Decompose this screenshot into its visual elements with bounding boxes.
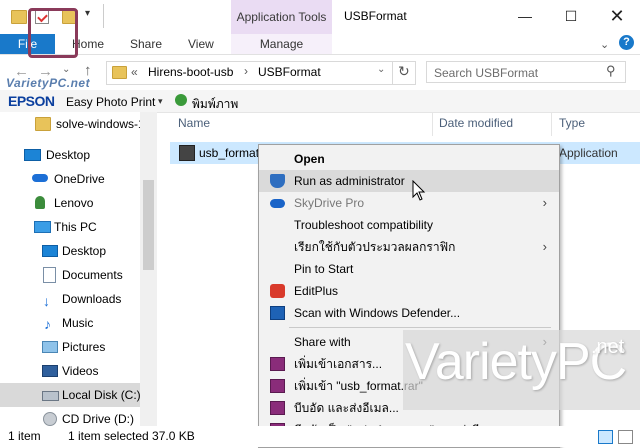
document-icon <box>43 267 56 283</box>
minimize-icon[interactable]: — <box>502 2 548 30</box>
menu-item-editplus[interactable]: EditPlus <box>259 280 559 302</box>
column-divider[interactable] <box>432 112 433 136</box>
winrar-icon <box>270 379 285 393</box>
column-date-modified[interactable]: Date modified <box>439 116 513 132</box>
nav-scrollbar-thumb[interactable] <box>143 180 154 270</box>
menu-item-skydrive-pro[interactable]: SkyDrive Pro › <box>259 192 559 214</box>
tab-share[interactable]: Share <box>130 34 162 54</box>
nav-item-pictures[interactable]: Pictures <box>0 335 140 359</box>
menu-item-scan-defender[interactable]: Scan with Windows Defender... <box>259 302 559 324</box>
menu-item-troubleshoot[interactable]: Troubleshoot compatibility <box>259 214 559 236</box>
close-icon[interactable]: ✕ <box>594 2 640 30</box>
computer-icon <box>34 221 51 233</box>
watermark-bottom-right: VarietyPC .net <box>403 330 640 410</box>
picture-icon <box>42 341 58 353</box>
column-type[interactable]: Type <box>559 116 585 132</box>
cloud-icon <box>32 174 48 182</box>
easy-photo-print-dropdown-icon[interactable]: ▾ <box>158 96 163 107</box>
nav-item-music[interactable]: ♪ Music <box>0 311 140 335</box>
crumb-overflow[interactable]: « <box>131 65 138 79</box>
watermark-top-left: VarietyPC.net <box>6 8 124 98</box>
file-name[interactable]: usb_format <box>199 146 259 160</box>
context-tab-header: Application Tools <box>231 0 332 34</box>
address-dropdown-icon[interactable]: ⌄ <box>377 64 385 75</box>
nav-item-lenovo[interactable]: Lenovo <box>0 191 140 215</box>
winrar-icon <box>270 401 285 415</box>
desktop-icon <box>42 245 58 257</box>
help-icon[interactable]: ? <box>619 35 634 50</box>
maximize-icon[interactable]: ☐ <box>548 2 594 30</box>
status-selected: 1 item selected 37.0 KB <box>68 429 195 443</box>
window-title: USBFormat <box>344 9 407 23</box>
watermark-text: VarietyPC.net <box>6 76 91 90</box>
nav-item-solve-windows[interactable]: solve-windows-1 <box>0 112 145 136</box>
mouse-cursor-icon <box>412 180 426 201</box>
watermark-suffix-text: .net <box>591 336 625 358</box>
address-divider <box>392 62 393 84</box>
nav-item-local-disk[interactable]: Local Disk (C:) <box>0 383 141 407</box>
nav-item-desktop[interactable]: Desktop <box>0 143 140 167</box>
print-thai-button[interactable]: พิมพ์ภาพ <box>192 95 238 114</box>
tab-manage[interactable]: Manage <box>231 34 332 54</box>
defender-icon <box>270 306 285 320</box>
ribbon-expand-icon[interactable]: ⌄ <box>600 38 609 51</box>
usb-format-app-icon <box>179 145 195 161</box>
file-type: Application <box>559 146 618 160</box>
menu-item-pin-to-start[interactable]: Pin to Start <box>259 258 559 280</box>
nav-item-cd-drive[interactable]: CD Drive (D:) <box>0 407 140 426</box>
desktop-icon <box>24 149 41 161</box>
breadcrumb-usbformat[interactable]: USBFormat <box>258 65 321 79</box>
nav-item-documents[interactable]: Documents <box>0 263 140 287</box>
nav-item-this-pc[interactable]: This PC <box>0 215 140 239</box>
search-icon[interactable]: ⚲ <box>606 63 616 79</box>
cd-icon <box>43 412 57 426</box>
download-icon: ↓ <box>43 293 50 309</box>
menu-separator <box>289 327 551 328</box>
watermark-logo-frame <box>28 8 78 58</box>
nav-item-downloads[interactable]: ↓ Downloads <box>0 287 140 311</box>
breadcrumb-hirens[interactable]: Hirens-boot-usb <box>148 65 233 79</box>
column-name[interactable]: Name <box>178 116 210 132</box>
status-item-count: 1 item <box>8 429 41 443</box>
details-view-icon[interactable] <box>598 430 613 444</box>
video-icon <box>42 365 58 377</box>
editplus-icon <box>270 284 285 298</box>
breadcrumb-separator-icon[interactable]: › <box>244 64 248 78</box>
nav-item-pc-desktop[interactable]: Desktop <box>0 239 140 263</box>
menu-item-run-as-admin[interactable]: Run as administrator <box>259 170 559 192</box>
submenu-arrow-icon: › <box>542 195 547 210</box>
print-icon <box>175 94 187 106</box>
cloud-icon <box>270 199 285 208</box>
large-icons-view-icon[interactable] <box>618 430 633 444</box>
search-input[interactable]: Search USBFormat <box>426 61 626 83</box>
user-icon <box>35 196 45 209</box>
tab-view[interactable]: View <box>188 34 214 54</box>
menu-item-open[interactable]: Open <box>259 148 559 170</box>
menu-item-run-with-gpu[interactable]: เรียกใช้กับตัวประมวลผลกราฟิก › <box>259 236 559 258</box>
shield-icon <box>270 174 285 188</box>
refresh-icon[interactable]: ↻ <box>398 63 410 80</box>
music-icon: ♪ <box>44 316 51 332</box>
nav-item-videos[interactable]: Videos <box>0 359 140 383</box>
submenu-arrow-icon: › <box>542 239 547 254</box>
column-divider[interactable] <box>551 112 552 136</box>
winrar-icon <box>270 357 285 371</box>
folder-icon <box>35 117 51 131</box>
nav-item-onedrive[interactable]: OneDrive <box>0 167 140 191</box>
drive-icon <box>42 391 59 401</box>
